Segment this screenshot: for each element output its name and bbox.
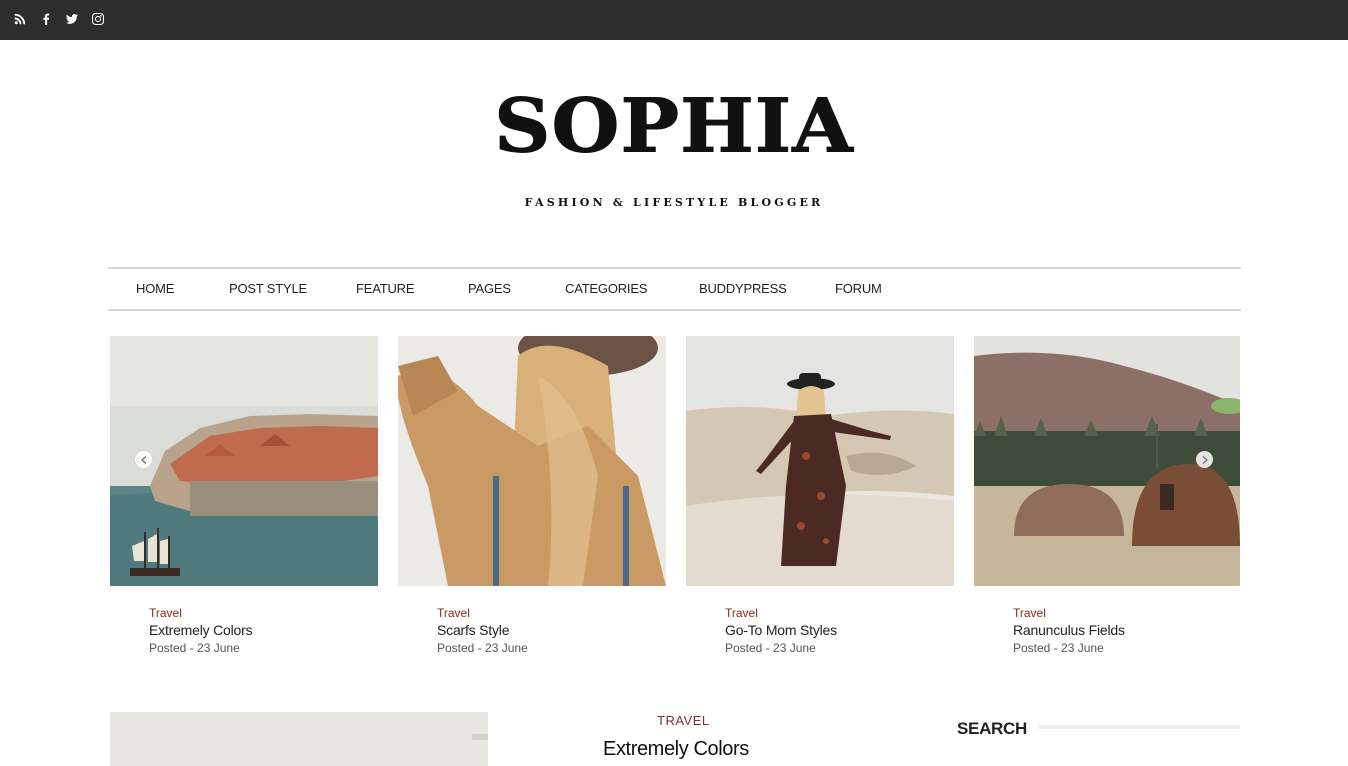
post-category[interactable]: Travel	[725, 606, 955, 620]
post-date: Posted - 23 June	[149, 641, 240, 655]
post-meta: Travel Scarfs Style Posted - 23 June	[437, 606, 667, 655]
nav-item-buddypress[interactable]: BUDDYPRESS	[699, 281, 787, 296]
site-logo[interactable]: SOPHIA	[0, 88, 1348, 166]
post-date: Posted - 23 June	[437, 641, 528, 655]
carousel-prev-button[interactable]	[135, 451, 152, 468]
post-category[interactable]: Travel	[149, 606, 379, 620]
top-bar	[0, 0, 1348, 40]
post-meta: Travel Extremely Colors Posted - 23 June	[149, 606, 379, 655]
arrow-right-icon	[1202, 455, 1208, 464]
rss-icon[interactable]	[13, 12, 27, 26]
post-title[interactable]: Scarfs Style	[437, 622, 667, 638]
featured-post-image[interactable]	[110, 712, 488, 766]
nav-item-pages[interactable]: PAGES	[468, 281, 511, 296]
nav-item-feature[interactable]: FEATURE	[356, 281, 415, 296]
post-meta: Travel Ranunculus Fields Posted - 23 Jun…	[1013, 606, 1243, 655]
post-image[interactable]	[398, 336, 666, 586]
main-navigation: HOME POST STYLE FEATURE PAGES CATEGORIES…	[108, 267, 1241, 311]
post-category[interactable]: Travel	[1013, 606, 1243, 620]
site-title[interactable]: SOPHIA	[494, 89, 854, 164]
nav-item-categories[interactable]: CATEGORIES	[565, 281, 647, 296]
post-title[interactable]: Extremely Colors	[149, 622, 379, 638]
post-title[interactable]: Ranunculus Fields	[1013, 622, 1243, 638]
post-title[interactable]: Go-To Mom Styles	[725, 622, 955, 638]
post-date: Posted - 23 June	[725, 641, 816, 655]
post-card[interactable]: Travel Go-To Mom Styles Posted - 23 June	[686, 336, 954, 655]
twitter-icon[interactable]	[65, 12, 79, 26]
arrow-left-icon	[140, 455, 146, 464]
nav-item-forum[interactable]: FORUM	[835, 281, 882, 296]
carousel-next-button[interactable]	[1196, 451, 1213, 468]
post-date: Posted - 23 June	[1013, 641, 1104, 655]
post-category[interactable]: Travel	[437, 606, 667, 620]
featured-post-title[interactable]: Extremely Colors	[603, 738, 749, 761]
site-tagline: FASHION & LIFESTYLE BLOGGER	[524, 196, 824, 209]
heading-divider	[1038, 725, 1240, 729]
post-meta: Travel Go-To Mom Styles Posted - 23 June	[725, 606, 955, 655]
post-image[interactable]	[686, 336, 954, 586]
facebook-icon[interactable]	[39, 12, 53, 26]
post-card[interactable]: Travel Scarfs Style Posted - 23 June	[398, 336, 666, 655]
nav-item-post-style[interactable]: POST STYLE	[229, 281, 307, 296]
nav-item-home[interactable]: HOME	[136, 281, 174, 296]
sidebar-search-heading: SEARCH	[957, 719, 1027, 738]
social-links	[13, 12, 105, 26]
instagram-icon[interactable]	[91, 12, 105, 26]
featured-post-category[interactable]: TRAVEL	[657, 713, 710, 728]
